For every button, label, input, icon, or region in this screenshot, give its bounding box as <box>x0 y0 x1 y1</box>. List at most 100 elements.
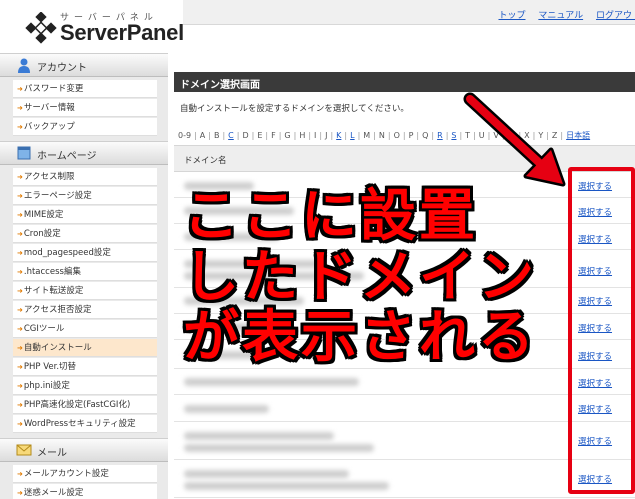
table-row[interactable]: 選択する <box>174 395 635 422</box>
alpha-filter-v: V <box>493 131 499 140</box>
sidebar-item-label: 自動インストール <box>23 343 92 353</box>
alpha-filter-i: I <box>314 131 317 140</box>
arrow-icon: ➜ <box>17 344 23 352</box>
sidebar-item-password[interactable]: ➜パスワード変更 <box>13 80 157 98</box>
sidebar-item-label: Cron設定 <box>23 229 61 239</box>
alpha-separator: | <box>265 131 269 140</box>
sidebar-item-mime[interactable]: ➜MIME設定 <box>13 206 157 224</box>
alpha-separator: | <box>431 131 435 140</box>
annotation-line-3: が表示される <box>183 305 537 370</box>
alpha-separator: | <box>532 131 536 140</box>
sidebar-item-label: アクセス拒否設定 <box>23 305 92 315</box>
table-row[interactable]: 選択する <box>174 460 635 498</box>
sidebar-item-label: PHP Ver.切替 <box>23 362 77 372</box>
arrow-icon: ➜ <box>17 382 23 390</box>
sidebar-item-access-limit[interactable]: ➜アクセス制限 <box>13 168 157 186</box>
sidebar-item-fastcgi[interactable]: ➜PHP高速化設定(FastCGI化) <box>13 396 157 414</box>
alpha-separator: | <box>194 131 197 140</box>
arrow-icon: ➜ <box>17 192 23 200</box>
arrow-icon: ➜ <box>17 401 23 409</box>
sidebar-section-label: ホームページ <box>37 151 97 162</box>
arrow-icon: ➜ <box>17 489 23 497</box>
sidebar-item-label: mod_pagespeed設定 <box>23 248 111 258</box>
sidebar-section-account[interactable]: アカウント <box>0 53 168 77</box>
arrow-icon: ➜ <box>17 104 23 112</box>
sidebar-item-wp-security[interactable]: ➜WordPressセキュリティ設定 <box>13 415 157 433</box>
alpha-filter-ja[interactable]: 日本語 <box>566 131 590 140</box>
alpha-separator: | <box>518 131 522 140</box>
alpha-separator: | <box>308 131 312 140</box>
sidebar-item-label: 迷惑メール設定 <box>23 488 84 498</box>
domain-name-blurred <box>184 432 334 440</box>
domain-subtext-blurred <box>184 482 389 490</box>
sidebar-item-site-transfer[interactable]: ➜サイト転送設定 <box>13 282 157 300</box>
table-row[interactable]: 選択する <box>174 369 635 395</box>
sidebar-item-php-ini[interactable]: ➜php.ini設定 <box>13 377 157 395</box>
header-link-top[interactable]: トップ <box>498 11 525 21</box>
alpha-separator: | <box>501 131 505 140</box>
header-bar: トップ マニュアル ログアウト <box>183 0 635 25</box>
sidebar-item-label: .htaccess編集 <box>23 267 81 277</box>
sidebar-item-access-deny[interactable]: ➜アクセス拒否設定 <box>13 301 157 319</box>
arrow-icon: ➜ <box>17 268 23 276</box>
highlight-box <box>568 167 635 494</box>
sidebar-section-mail[interactable]: メール <box>0 438 168 462</box>
column-header-domain: ドメイン名 <box>184 156 227 166</box>
alpha-filter-s[interactable]: S <box>451 131 456 140</box>
sidebar-section-label: アカウント <box>37 63 87 74</box>
alpha-filter-k[interactable]: K <box>336 131 341 140</box>
sidebar-item-label: アクセス制限 <box>23 172 75 182</box>
sidebar-item-label: パスワード変更 <box>23 84 84 94</box>
alpha-filter-z: Z <box>551 131 558 140</box>
sidebar-item-label: エラーページ設定 <box>23 191 92 201</box>
sidebar-item-spam[interactable]: ➜迷惑メール設定 <box>13 484 157 499</box>
alpha-filter-u: U <box>478 131 485 140</box>
alpha-filter-t: T <box>465 131 471 140</box>
envelope-icon <box>16 444 32 456</box>
alpha-filter-g: G <box>284 131 291 140</box>
sidebar-item-label: MIME設定 <box>23 210 64 220</box>
annotation-line-1: ここに設置 <box>183 184 478 249</box>
page-icon <box>17 146 31 160</box>
sidebar-item-cron[interactable]: ➜Cron設定 <box>13 225 157 243</box>
sidebar-item-php-version[interactable]: ➜PHP Ver.切替 <box>13 358 157 376</box>
arrow-icon: ➜ <box>17 325 23 333</box>
sidebar-item-auto-install[interactable]: ➜自動インストール <box>13 339 157 357</box>
sidebar-item-cgi[interactable]: ➜CGIツール <box>13 320 157 338</box>
alpha-separator: | <box>330 131 334 140</box>
arrow-icon: ➜ <box>17 123 23 131</box>
sidebar-item-label: メールアカウント設定 <box>23 469 109 479</box>
alpha-filter-a: A <box>199 131 206 140</box>
alpha-separator: | <box>402 131 406 140</box>
sidebar-item-error-page[interactable]: ➜エラーページ設定 <box>13 187 157 205</box>
alpha-separator: | <box>546 131 549 140</box>
alpha-filter-n: N <box>378 131 385 140</box>
sidebar-item-htaccess[interactable]: ➜.htaccess編集 <box>13 263 157 281</box>
sidebar-item-pagespeed[interactable]: ➜mod_pagespeed設定 <box>13 244 157 262</box>
table-row[interactable]: 選択する <box>174 422 635 460</box>
sidebar-item-label: WordPressセキュリティ設定 <box>23 419 136 429</box>
sidebar-item-label: サイト転送設定 <box>23 286 84 296</box>
logo-text: ServerPanel <box>60 20 184 45</box>
instruction-text: 自動インストールを設定するドメインを選択してください。 <box>180 104 409 114</box>
sidebar-item-backup[interactable]: ➜バックアップ <box>13 118 157 136</box>
arrow-icon: ➜ <box>17 230 23 238</box>
logo[interactable]: サーバーパネル ServerPanel <box>0 0 184 53</box>
alpha-separator: | <box>222 131 226 140</box>
user-icon <box>18 58 30 73</box>
alpha-filter-r[interactable]: R <box>437 131 443 140</box>
alpha-filter-l[interactable]: L <box>350 131 354 140</box>
sidebar-section-homepage[interactable]: ホームページ <box>0 141 168 165</box>
alpha-separator: | <box>278 131 282 140</box>
alpha-filter-h: H <box>299 131 306 140</box>
alpha-filter-c[interactable]: C <box>228 131 234 140</box>
sidebar-item-server-info[interactable]: ➜サーバー情報 <box>13 99 157 117</box>
alpha-filter-w[interactable]: W <box>508 131 516 140</box>
sidebar-item-mail-account[interactable]: ➜メールアカウント設定 <box>13 465 157 483</box>
alpha-filter-j: J <box>325 131 328 140</box>
arrow-icon: ➜ <box>17 287 23 295</box>
header-link-logout[interactable]: ログアウト <box>596 11 635 21</box>
alpha-separator: | <box>208 131 211 140</box>
header-link-manual[interactable]: マニュアル <box>538 11 583 21</box>
alpha-filter-y: Y <box>538 131 544 140</box>
